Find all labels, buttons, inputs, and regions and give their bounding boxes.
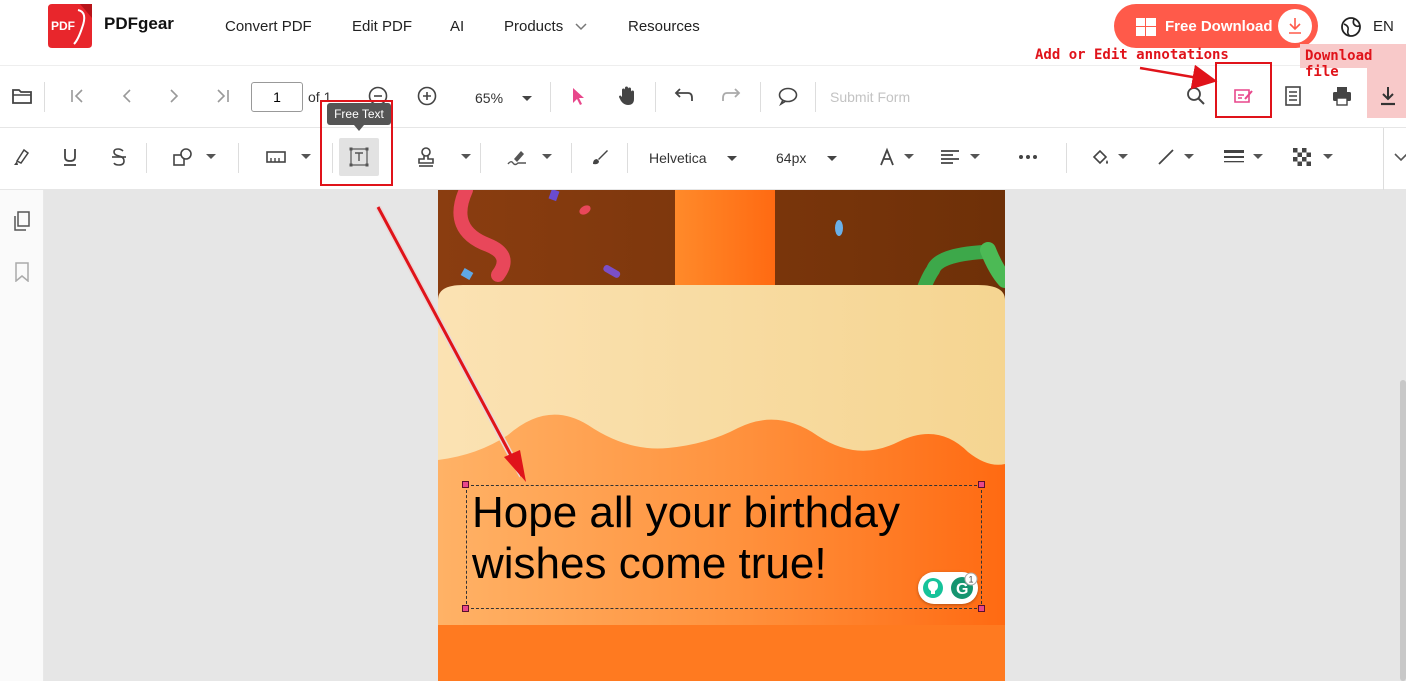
open-folder-icon[interactable]: [9, 83, 35, 109]
opacity-icon[interactable]: [1289, 144, 1315, 170]
chevron-down-icon[interactable]: [453, 144, 479, 170]
page-view-icon[interactable]: [1280, 83, 1306, 109]
font-family-select[interactable]: Helvetica: [649, 150, 738, 166]
chevron-down-icon[interactable]: [1245, 144, 1271, 170]
brand-name: PDFgear: [104, 14, 174, 33]
shape-icon[interactable]: [170, 144, 196, 170]
free-text-highlight-box: [320, 100, 393, 186]
annotation-text[interactable]: Hope all your birthday wishes come true!: [472, 487, 982, 589]
select-cursor-icon[interactable]: [565, 83, 591, 109]
chevron-down-icon: [727, 156, 738, 161]
ink-brush-icon[interactable]: [587, 144, 613, 170]
line-weight-icon[interactable]: [1221, 144, 1247, 170]
measure-icon[interactable]: [263, 144, 289, 170]
download-arrow-icon: [1278, 9, 1312, 43]
chevron-down-icon[interactable]: [1315, 144, 1341, 170]
callout-annotations: Add or Edit annotations: [1035, 47, 1229, 63]
callout-download: Download file: [1305, 48, 1373, 80]
search-icon[interactable]: [1183, 83, 1209, 109]
bookmark-icon[interactable]: [9, 259, 35, 285]
chevron-down-icon[interactable]: [1176, 144, 1202, 170]
annotations-highlight-box: [1215, 62, 1272, 118]
download-icon[interactable]: [1375, 83, 1401, 109]
comment-icon[interactable]: [775, 83, 801, 109]
free-download-button[interactable]: Free Download: [1114, 4, 1318, 48]
underline-icon[interactable]: [57, 144, 83, 170]
next-page-icon[interactable]: [161, 83, 187, 109]
last-page-icon[interactable]: [210, 83, 236, 109]
signature-icon[interactable]: [504, 144, 530, 170]
font-size-select[interactable]: 64px: [776, 150, 838, 166]
previous-page-icon[interactable]: [114, 83, 140, 109]
nav-convert-pdf[interactable]: Convert PDF: [225, 18, 312, 35]
nav-resources[interactable]: Resources: [628, 18, 700, 35]
highlight-icon[interactable]: [8, 144, 34, 170]
chevron-down-icon[interactable]: [293, 144, 319, 170]
zoom-in-icon[interactable]: [414, 83, 440, 109]
pdfgear-logo[interactable]: PDF: [44, 2, 96, 50]
thumbnails-icon[interactable]: [9, 208, 35, 234]
print-icon[interactable]: [1329, 83, 1355, 109]
resize-handle[interactable]: [978, 605, 985, 612]
redo-icon[interactable]: [719, 83, 745, 109]
submit-form-button[interactable]: Submit Form: [830, 89, 910, 105]
windows-icon: [1136, 18, 1156, 40]
text-align-icon[interactable]: [937, 144, 963, 170]
grammarly-widget[interactable]: G 1: [918, 572, 978, 604]
chevron-down-icon: [575, 18, 587, 35]
chevron-down-icon[interactable]: [1110, 144, 1136, 170]
nav-products[interactable]: Products: [504, 18, 587, 35]
left-sidebar: [0, 190, 44, 681]
hand-pan-icon[interactable]: [614, 83, 640, 109]
chevron-down-icon[interactable]: [896, 144, 922, 170]
chevron-down-icon[interactable]: [534, 144, 560, 170]
first-page-icon[interactable]: [64, 83, 90, 109]
page-number-input[interactable]: [251, 82, 303, 112]
stamp-icon[interactable]: [413, 144, 439, 170]
resize-handle[interactable]: [462, 605, 469, 612]
chevron-down-icon: [827, 156, 838, 161]
globe-icon[interactable]: [1340, 16, 1362, 43]
language-label[interactable]: EN: [1373, 18, 1394, 35]
svg-text:PDF: PDF: [51, 19, 75, 33]
zoom-select[interactable]: 65%: [475, 90, 533, 106]
chevron-down-icon[interactable]: [198, 144, 224, 170]
undo-icon[interactable]: [670, 83, 696, 109]
nav-ai[interactable]: AI: [450, 18, 464, 35]
chevron-down-icon[interactable]: [962, 144, 988, 170]
collapse-toolbar-icon[interactable]: [1388, 144, 1406, 170]
nav-edit-pdf[interactable]: Edit PDF: [352, 18, 412, 35]
resize-handle[interactable]: [462, 481, 469, 488]
svg-text:1: 1: [969, 575, 974, 585]
vertical-scrollbar[interactable]: [1400, 380, 1406, 681]
more-options-icon[interactable]: [1015, 144, 1041, 170]
chevron-down-icon: [521, 96, 532, 101]
strikethrough-icon[interactable]: [106, 144, 132, 170]
